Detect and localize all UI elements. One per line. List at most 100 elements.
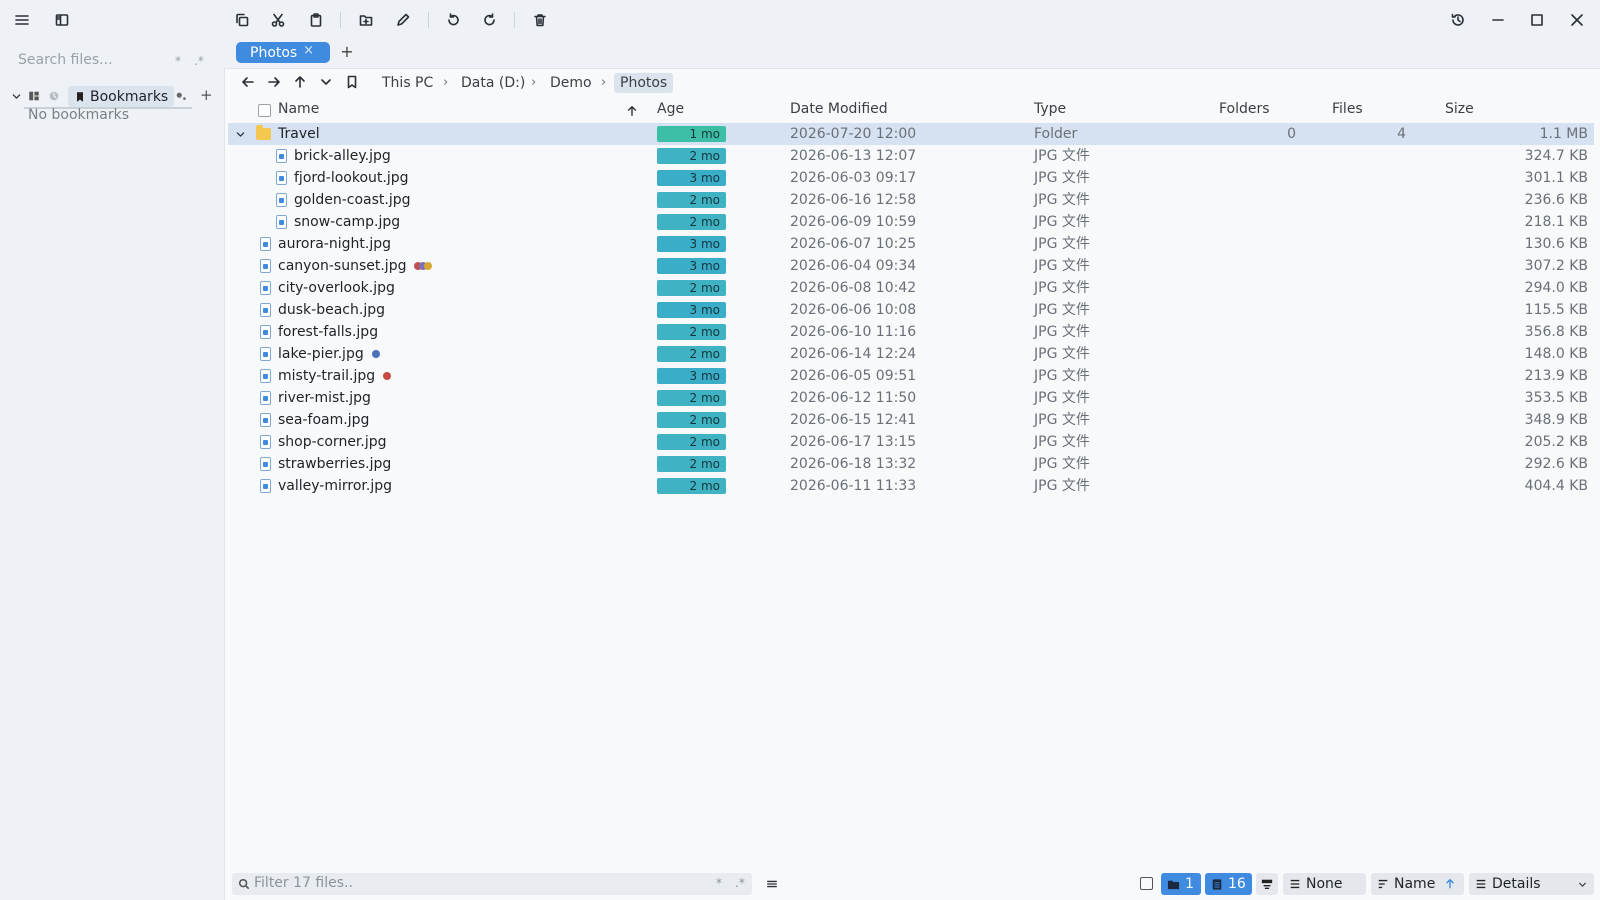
chevron-down-icon[interactable]	[1577, 879, 1588, 890]
file-name: brick-alley.jpg	[294, 148, 391, 164]
regex-toggle[interactable]: .*	[194, 54, 204, 68]
bookmarks-tab[interactable]: Bookmarks	[68, 86, 175, 107]
table-row[interactable]: canyon-sunset.jpg 3 mo 2026-06-04 09:34 JPG…	[228, 255, 1594, 277]
add-bookmark-button[interactable]: +	[200, 86, 213, 104]
table-row[interactable]: fjord-lookout.jpg 3 mo 2026-06-03 09:17 JPG…	[228, 167, 1594, 189]
sort-by-chip[interactable]: Name	[1371, 873, 1464, 895]
breadcrumb-item[interactable]: Data (D:)	[461, 73, 525, 93]
minimize-icon[interactable]	[1488, 10, 1508, 30]
date-modified: 2026-06-04 09:34	[790, 258, 917, 274]
date-modified: 2026-06-18 13:32	[790, 456, 917, 472]
table-row[interactable]: valley-mirror.jpg 2 mo 2026-06-11 11:33 JPG…	[228, 475, 1594, 497]
table-row[interactable]: misty-trail.jpg 3 mo 2026-06-05 09:51 JPG 文…	[228, 365, 1594, 387]
sort-ascending-icon[interactable]	[622, 101, 642, 121]
maximize-icon[interactable]	[1527, 10, 1547, 30]
date-modified: 2026-06-17 13:15	[790, 434, 917, 450]
table-row[interactable]: aurora-night.jpg 3 mo 2026-06-07 10:25 JPG …	[228, 233, 1594, 255]
back-icon[interactable]	[238, 72, 258, 92]
image-file-icon	[260, 303, 271, 317]
date-modified: 2026-06-10 11:16	[790, 324, 917, 340]
sort-by-label: Name	[1394, 876, 1436, 892]
view-mode-label: Details	[1492, 876, 1541, 892]
folder-row[interactable]: Travel 1 mo 2026-07-20 12:00 Folder 0 4 1.1 MB	[228, 123, 1594, 145]
breadcrumb-item[interactable]: This PC	[382, 73, 433, 93]
files-count-chip[interactable]: 16	[1205, 873, 1252, 895]
search-icon	[238, 878, 250, 890]
file-name: river-mist.jpg	[278, 390, 371, 406]
glob-toggle[interactable]: *	[175, 54, 181, 68]
date-modified: 2026-06-09 10:59	[790, 214, 917, 230]
grid-view-icon[interactable]	[26, 86, 42, 106]
file-type: JPG 文件	[1034, 368, 1090, 384]
history-dropdown-icon[interactable]	[316, 72, 336, 92]
column-header-age[interactable]: Age	[657, 101, 684, 117]
age-badge: 3 mo	[657, 236, 726, 252]
filter-options-icon[interactable]	[762, 874, 782, 894]
layout-chip[interactable]	[1256, 873, 1278, 895]
group-by-chip[interactable]: None	[1283, 873, 1366, 895]
new-folder-icon[interactable]	[356, 10, 376, 30]
history-icon[interactable]	[1448, 10, 1468, 30]
image-file-icon	[260, 369, 271, 383]
file-type: JPG 文件	[1034, 434, 1090, 450]
recent-icon[interactable]	[46, 86, 62, 106]
table-row[interactable]: sea-foam.jpg 2 mo 2026-06-15 12:41 JPG 文件 34…	[228, 409, 1594, 431]
filter-placeholder: Filter 17 files..	[254, 875, 353, 891]
filter-regex-toggle[interactable]: .*	[735, 876, 745, 890]
copy-icon[interactable]	[232, 10, 252, 30]
image-file-icon	[260, 325, 271, 339]
breadcrumb-item-current[interactable]: Photos	[614, 73, 674, 93]
undo-icon[interactable]	[443, 10, 463, 30]
column-header-date[interactable]: Date Modified	[790, 101, 888, 117]
redo-icon[interactable]	[480, 10, 500, 30]
bookmark-options-icon[interactable]	[173, 86, 189, 106]
column-header-files[interactable]: Files	[1332, 101, 1363, 117]
table-row[interactable]: city-overlook.jpg 2 mo 2026-06-08 10:42 JPG…	[228, 277, 1594, 299]
column-header-name[interactable]: Name	[278, 101, 319, 117]
table-row[interactable]: brick-alley.jpg 2 mo 2026-06-13 12:07 JPG 文…	[228, 145, 1594, 167]
new-tab-button[interactable]: +	[338, 42, 356, 62]
sidebar-toggle-icon[interactable]	[52, 10, 72, 30]
table-row[interactable]: river-mist.jpg 2 mo 2026-06-12 11:50 JPG 文件…	[228, 387, 1594, 409]
chevron-down-icon[interactable]	[232, 124, 248, 144]
column-header-size[interactable]: Size	[1445, 101, 1474, 117]
file-size: 130.6 KB	[1524, 236, 1588, 252]
tab-photos[interactable]: Photos ×	[236, 42, 330, 63]
files-count: 4	[1397, 126, 1406, 142]
table-row[interactable]: forest-falls.jpg 2 mo 2026-06-10 11:16 JPG …	[228, 321, 1594, 343]
table-row[interactable]: snow-camp.jpg 2 mo 2026-06-09 10:59 JPG 文件 2…	[228, 211, 1594, 233]
chevron-down-icon[interactable]	[8, 86, 24, 106]
age-badge: 2 mo	[657, 456, 726, 472]
age-badge: 2 mo	[657, 192, 726, 208]
footer-checkbox[interactable]	[1140, 877, 1153, 890]
arrow-up-icon[interactable]	[1444, 878, 1456, 890]
filter-glob-toggle[interactable]: *	[716, 876, 722, 890]
filter-input[interactable]: Filter 17 files.. * .*	[232, 873, 752, 895]
delete-icon[interactable]	[530, 10, 550, 30]
forward-icon[interactable]	[264, 72, 284, 92]
date-modified: 2026-06-11 11:33	[790, 478, 917, 494]
image-file-icon	[260, 259, 271, 273]
folders-count-chip[interactable]: 1	[1161, 873, 1201, 895]
file-type: JPG 文件	[1034, 324, 1090, 340]
cut-icon[interactable]	[268, 10, 288, 30]
close-window-icon[interactable]	[1567, 10, 1587, 30]
column-header-folders[interactable]: Folders	[1219, 101, 1270, 117]
up-icon[interactable]	[290, 72, 310, 92]
paste-icon[interactable]	[306, 10, 326, 30]
table-row[interactable]: golden-coast.jpg 2 mo 2026-06-16 12:58 JPG …	[228, 189, 1594, 211]
hamburger-menu-icon[interactable]	[12, 10, 32, 30]
breadcrumb-item[interactable]: Demo	[550, 73, 592, 93]
view-mode-chip[interactable]: Details	[1469, 873, 1594, 895]
bookmarks-header: Bookmarks +	[8, 86, 218, 109]
age-badge: 1 mo	[657, 126, 726, 142]
table-row[interactable]: strawberries.jpg 2 mo 2026-06-18 13:32 JPG …	[228, 453, 1594, 475]
rename-icon[interactable]	[393, 10, 413, 30]
bookmark-add-icon[interactable]	[342, 72, 362, 92]
tab-close-icon[interactable]: ×	[303, 43, 314, 58]
table-row[interactable]: lake-pier.jpg 2 mo 2026-06-14 12:24 JPG 文件 1…	[228, 343, 1594, 365]
select-all-checkbox[interactable]	[258, 104, 271, 117]
column-header-type[interactable]: Type	[1034, 101, 1066, 117]
table-row[interactable]: shop-corner.jpg 2 mo 2026-06-17 13:15 JPG 文…	[228, 431, 1594, 453]
table-row[interactable]: dusk-beach.jpg 3 mo 2026-06-06 10:08 JPG 文件…	[228, 299, 1594, 321]
